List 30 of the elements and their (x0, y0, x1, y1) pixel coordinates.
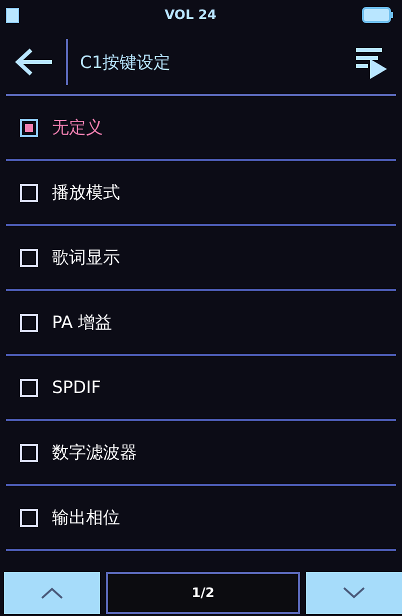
battery-icon (362, 7, 394, 23)
checkbox[interactable] (20, 118, 38, 136)
option-row[interactable]: SPDIF (6, 356, 396, 421)
checkbox[interactable] (20, 184, 38, 202)
back-arrow-icon[interactable] (14, 47, 54, 77)
option-label: 无定义 (52, 117, 103, 139)
option-label: SPDIF (52, 378, 101, 398)
checkbox[interactable] (20, 378, 38, 396)
option-row[interactable]: 无定义 (6, 96, 396, 161)
volume-level: VOL 24 (164, 8, 216, 22)
caret-down-icon (342, 587, 366, 599)
checkbox[interactable] (20, 314, 38, 332)
checkbox[interactable] (20, 248, 38, 266)
screen-title: C1按键设定 (79, 52, 172, 74)
option-label: PA 增益 (52, 312, 112, 334)
checkbox[interactable] (20, 508, 38, 526)
page-indicator: 1/2 (106, 572, 300, 614)
status-indicator-icon (6, 8, 19, 22)
option-row[interactable]: 数字滤波器 (6, 421, 396, 486)
option-label: 歌词显示 (52, 247, 120, 269)
option-row[interactable]: 播放模式 (6, 161, 396, 226)
option-row[interactable]: 输出相位 (6, 486, 396, 551)
option-label: 播放模式 (52, 182, 120, 204)
option-row[interactable]: PA 增益 (6, 291, 396, 356)
caret-up-icon (40, 587, 64, 599)
checkbox[interactable] (20, 444, 38, 462)
option-label: 数字滤波器 (52, 442, 137, 464)
option-label: 输出相位 (52, 507, 120, 529)
playlist-play-icon[interactable] (354, 45, 388, 79)
option-row[interactable]: 歌词显示 (6, 226, 396, 291)
